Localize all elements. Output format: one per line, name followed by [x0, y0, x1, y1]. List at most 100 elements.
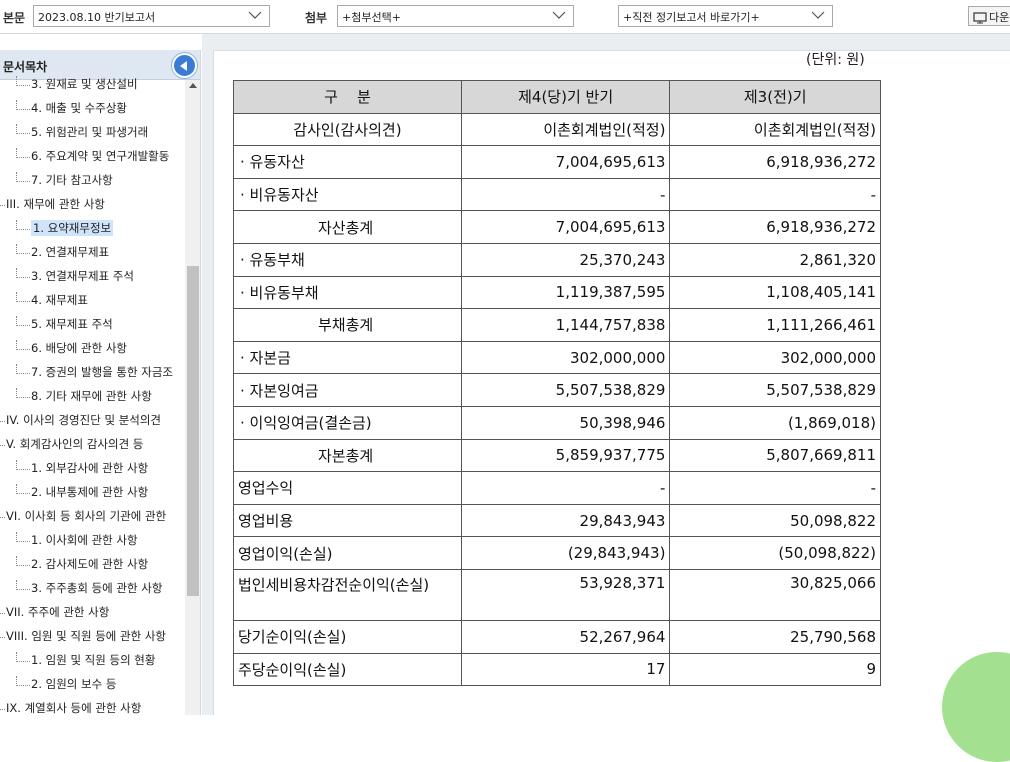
- tree-branch-line: [0, 604, 5, 614]
- current-period-value: 7,004,695,613: [460, 210, 671, 244]
- table-row: 이익잉여금(결손금)50,398,946(1,869,018): [233, 405, 881, 440]
- toc-item[interactable]: 7. 증권의 발행을 통한 자금조: [16, 364, 173, 384]
- toc-item[interactable]: III. 재무에 관한 사항: [0, 196, 105, 216]
- toc-item[interactable]: 4. 재무제표: [16, 292, 88, 312]
- prior-period-value: 6,918,936,272: [669, 210, 881, 244]
- toc-item[interactable]: 2. 내부통제에 관한 사항: [16, 484, 148, 504]
- current-period-value: 52,267,964: [460, 619, 671, 654]
- toc-item[interactable]: IV. 이사의 경영진단 및 분석의견: [0, 412, 161, 432]
- toc-item-label: III. 재무에 관한 사항: [6, 197, 105, 211]
- table-row: 부채총계 1,144,757,838 1,111,266,461: [233, 308, 881, 342]
- toc-item[interactable]: 3. 연결재무제표 주석: [16, 268, 134, 288]
- tree-branch-line: [16, 124, 30, 134]
- prior-period-value: 30,825,066: [669, 568, 881, 621]
- toc-item-label: 1. 임원 및 직원 등의 현황: [31, 653, 156, 667]
- chevron-down-icon: [811, 11, 825, 19]
- prior-period-value: -: [669, 471, 881, 505]
- tree-branch-line: [0, 700, 5, 710]
- toc-item[interactable]: 3. 주주총회 등에 관한 사항: [16, 580, 162, 600]
- current-period-value: (29,843,943): [460, 536, 671, 570]
- attach-select[interactable]: +첨부선택+: [337, 5, 574, 27]
- toc-scrollbar[interactable]: [185, 80, 200, 715]
- toc-item-label: 5. 위험관리 및 파생거래: [31, 125, 149, 139]
- toc-item[interactable]: V. 회계감사인의 감사의견 등: [0, 436, 143, 456]
- toc-item[interactable]: 2. 감사제도에 관한 사항: [16, 556, 148, 576]
- tree-branch-line: [16, 220, 30, 230]
- toc-item-label: 8. 기타 재무에 관한 사항: [31, 389, 152, 403]
- prior-period-value: 5,807,669,811: [669, 438, 881, 473]
- toc-title: 문서목차: [3, 60, 48, 74]
- row-label: 영업이익(손실): [233, 536, 462, 570]
- prior-period-value: 1,108,405,141: [669, 275, 881, 310]
- toc-item[interactable]: 6. 배당에 관한 사항: [16, 340, 127, 360]
- toc-item[interactable]: 5. 위험관리 및 파생거래: [16, 124, 148, 144]
- toc-item-label: 5. 재무제표 주석: [31, 317, 113, 331]
- toc-item-label: VI. 이사회 등 회사의 기관에 관한: [6, 509, 167, 523]
- row-label: 부채총계: [233, 308, 462, 342]
- current-period-value: 5,507,538,829: [460, 373, 671, 407]
- toc-item[interactable]: IX. 계열회사 등에 관한 사항: [0, 700, 141, 715]
- toc-item-label: 4. 재무제표: [31, 293, 88, 307]
- toc-item[interactable]: 3. 원재료 및 생산설비: [16, 76, 138, 96]
- report-select[interactable]: 2023.08.10 반기보고서: [33, 5, 270, 27]
- header-current-period: 제4(당)기 반기: [460, 80, 671, 114]
- toc-item[interactable]: 4. 매출 및 수주상황: [16, 100, 127, 120]
- prior-period-value: 2,861,320: [669, 242, 881, 277]
- tree-branch-line: [16, 292, 30, 302]
- toc-item[interactable]: VII. 주주에 관한 사항: [0, 604, 109, 624]
- toc-item[interactable]: 1. 임원 및 직원 등의 현황: [16, 652, 155, 672]
- table-row: 당기순이익(손실) 52,267,964 25,790,568: [233, 619, 881, 654]
- scroll-up-icon[interactable]: [189, 83, 197, 88]
- tree-branch-line: [16, 268, 30, 278]
- tree-branch-line: [16, 388, 30, 398]
- toc-item[interactable]: 1. 이사회에 관한 사항: [16, 532, 138, 552]
- body-label: 본문: [3, 11, 26, 25]
- toc-item[interactable]: 5. 재무제표 주석: [16, 316, 113, 336]
- prior-period-value: 9: [669, 652, 881, 687]
- tree-branch-line: [0, 412, 5, 422]
- row-label: 자산총계: [233, 210, 462, 244]
- prev-report-select[interactable]: +직전 정기보고서 바로가기+: [618, 5, 833, 27]
- prior-period-value: 1,111,266,461: [669, 308, 881, 342]
- toc-sidebar: 문서목차 3. 원재료 및 생산설비 4. 매출 및 수주상황 5. 위험관리 및 …: [0, 50, 201, 715]
- toc-item[interactable]: 2. 연결재무제표: [16, 244, 109, 264]
- attach-label: 첨부: [305, 11, 328, 25]
- table-row: 자산총계 7,004,695,613 6,918,936,272: [233, 210, 881, 244]
- toc-item[interactable]: 1. 요약재무정보: [16, 220, 114, 240]
- toc-item[interactable]: 1. 외부감사에 관한 사항: [16, 460, 148, 480]
- toc-item[interactable]: 6. 주요계약 및 연구개발활동: [16, 148, 169, 168]
- toc-item[interactable]: VIII. 임원 및 직원 등에 관한 사항: [0, 628, 166, 648]
- tree-branch-line: [16, 676, 30, 686]
- current-period-value: -: [460, 471, 671, 505]
- current-period-value: 7,004,695,613: [460, 145, 671, 179]
- prior-period-value: (50,098,822): [669, 536, 881, 570]
- current-period-value: -: [460, 177, 671, 212]
- scroll-thumb[interactable]: [187, 266, 199, 596]
- tree-branch-line: [16, 100, 30, 110]
- current-period-value: 1,144,757,838: [460, 308, 671, 342]
- toc-item-label: 6. 배당에 관한 사항: [31, 341, 127, 355]
- toc-item[interactable]: 2. 임원의 보수 등: [16, 676, 116, 696]
- tree-branch-line: [16, 484, 30, 494]
- download-button[interactable]: 다운: [968, 6, 1010, 26]
- toc-item[interactable]: VI. 이사회 등 회사의 기관에 관한: [0, 508, 166, 528]
- row-label: 자본총계: [233, 438, 462, 473]
- table-row: 자본잉여금5,507,538,8295,507,538,829: [233, 373, 881, 407]
- collapse-sidebar-button[interactable]: [172, 53, 197, 78]
- current-period-value: 302,000,000: [460, 340, 671, 375]
- tree-branch-line: [16, 580, 30, 590]
- summary-financial-table: 구 분 제4(당)기 반기 제3(전)기 감사인(감사의견) 이촌회계법인(적정)…: [233, 80, 881, 687]
- toc-item-label: IX. 계열회사 등에 관한 사항: [6, 701, 142, 715]
- row-label: 감사인(감사의견): [233, 112, 462, 147]
- toc-item-label: 3. 연결재무제표 주석: [31, 269, 134, 283]
- current-period-value: 이촌회계법인(적정): [460, 112, 671, 147]
- prior-period-value: 302,000,000: [669, 340, 881, 375]
- table-body: 감사인(감사의견)이촌회계법인(적정)이촌회계법인(적정)유동자산7,004,6…: [233, 112, 881, 687]
- toc-item-label: 3. 원재료 및 생산설비: [31, 77, 138, 91]
- tree-branch-line: [0, 196, 5, 206]
- tree-branch-line: [16, 316, 30, 326]
- monitor-icon: [973, 12, 987, 24]
- current-period-value: 29,843,943: [460, 503, 671, 538]
- toc-item[interactable]: 7. 기타 참고사항: [16, 172, 113, 192]
- toc-item[interactable]: 8. 기타 재무에 관한 사항: [16, 388, 152, 408]
